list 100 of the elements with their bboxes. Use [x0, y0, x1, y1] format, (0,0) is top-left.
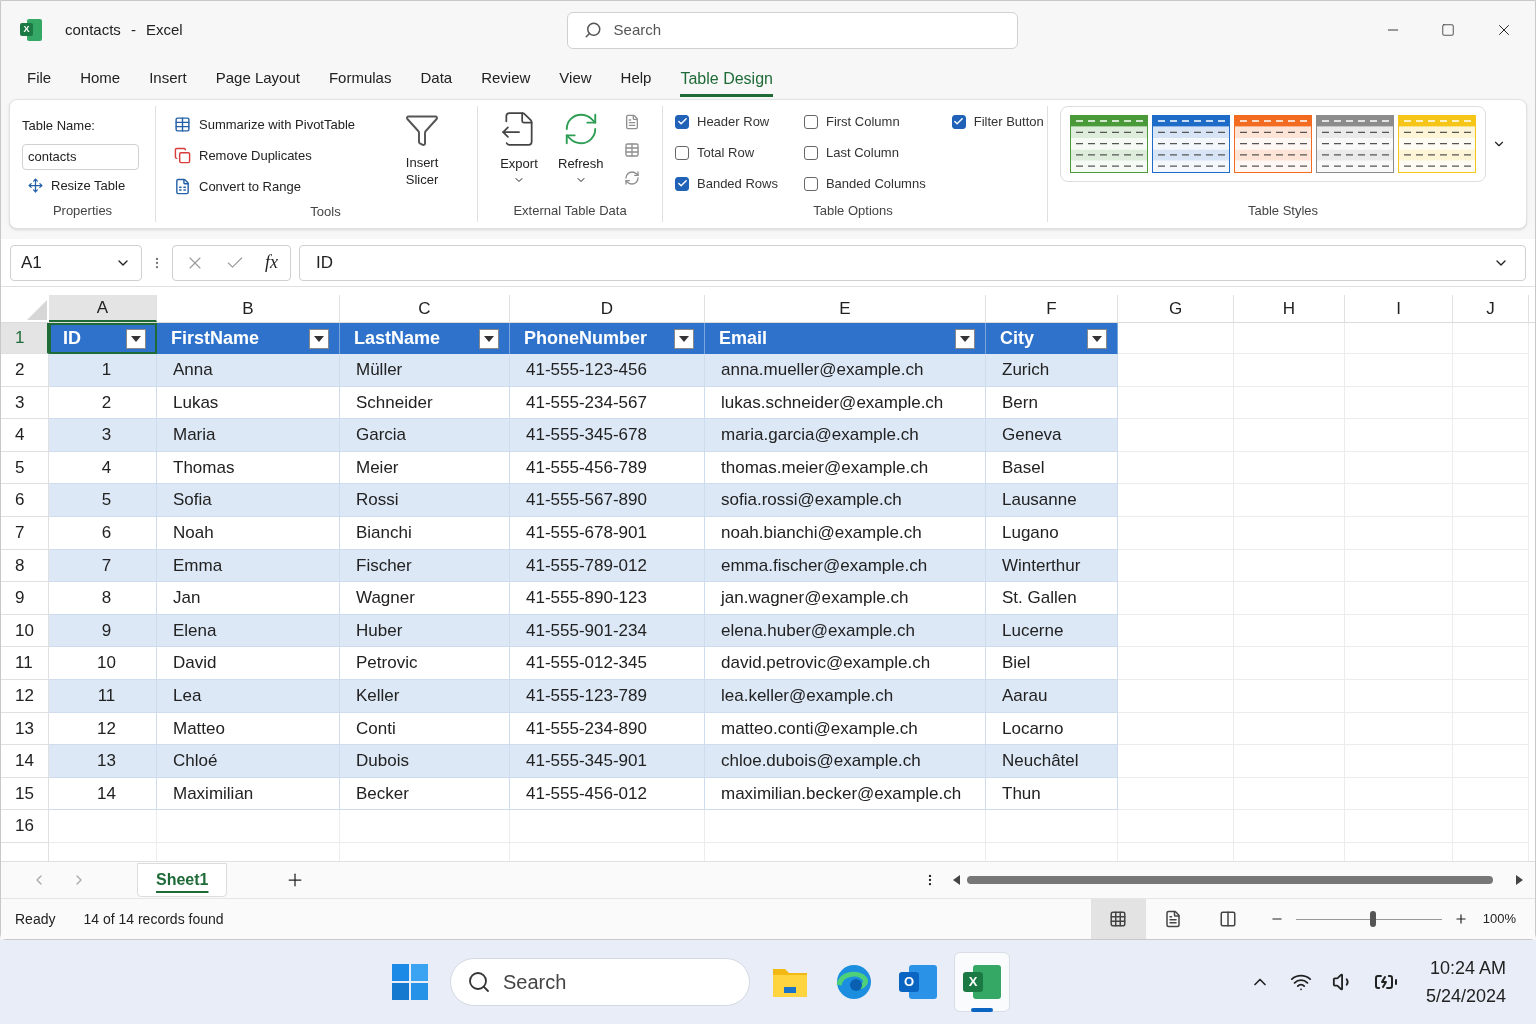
column-header[interactable]: G	[1118, 295, 1234, 322]
empty-cell[interactable]	[1345, 323, 1453, 354]
table-cell: matteo.conti@example.ch	[705, 712, 986, 746]
empty-cell[interactable]	[49, 810, 157, 843]
menu-tab[interactable]: Insert	[149, 63, 187, 97]
menu-tab[interactable]: Formulas	[328, 63, 392, 97]
checkbox[interactable]	[803, 145, 818, 160]
empty-cell[interactable]	[157, 810, 340, 843]
tool-button[interactable]: Convert to Range	[174, 171, 356, 202]
table-style-swatch[interactable]	[1234, 115, 1312, 173]
tool-button[interactable]: Summarize with PivotTable	[174, 109, 356, 140]
menu-tab[interactable]: File	[27, 63, 52, 97]
checkbox[interactable]	[675, 176, 689, 191]
resize-table-button[interactable]: Resize Table	[28, 175, 155, 195]
taskbar-search-bar[interactable]: Search	[450, 958, 750, 1006]
column-header[interactable]: H	[1234, 295, 1345, 322]
name-box-value: A1	[21, 251, 42, 274]
column-header[interactable]: A	[49, 295, 157, 322]
search-bar[interactable]: Search	[566, 11, 1018, 49]
checkbox[interactable]	[803, 176, 818, 191]
menu-tab[interactable]: Review	[481, 63, 531, 97]
column-header[interactable]: F	[986, 295, 1118, 322]
checkbox-label: Banded Rows	[697, 174, 778, 193]
filter-dropdown-icon[interactable]	[955, 328, 975, 349]
filter-dropdown-icon[interactable]	[126, 328, 146, 349]
zoom-in-icon[interactable]	[1453, 912, 1468, 926]
table-name-field[interactable]: contacts	[22, 143, 139, 170]
menu-tab[interactable]: Home	[80, 63, 121, 97]
table-style-swatch[interactable]	[1152, 115, 1230, 173]
table-cell: lea.keller@example.ch	[705, 679, 986, 713]
table-header-cell[interactable]: ID	[49, 323, 157, 354]
column-header[interactable]: E	[705, 295, 986, 322]
table-cell: Meier	[340, 451, 510, 485]
table-style-swatch[interactable]	[1398, 115, 1476, 173]
column-header[interactable]: D	[510, 295, 705, 322]
filter-dropdown-icon[interactable]	[309, 328, 329, 349]
checkbox[interactable]	[675, 114, 689, 129]
tool-button[interactable]: Remove Duplicates	[174, 140, 356, 171]
title-separator: -	[130, 19, 136, 40]
table-cell: 41-555-012-345	[510, 647, 705, 680]
insert-slicer-button[interactable]: Insert Slicer	[397, 112, 448, 202]
zoom-slider[interactable]	[1295, 911, 1442, 927]
checkbox[interactable]	[675, 145, 689, 160]
table-cell: St. Gallen	[986, 582, 1118, 615]
function-button[interactable]: fx	[265, 249, 278, 276]
search-field[interactable]: Search	[613, 18, 1001, 42]
page-break-icon	[1219, 910, 1238, 928]
checkbox[interactable]	[803, 114, 818, 129]
name-box[interactable]: A1	[10, 244, 142, 281]
table-style-swatch[interactable]	[1070, 115, 1148, 173]
taskbar-app[interactable]: X	[954, 952, 1010, 1012]
horizontal-scrollbar[interactable]	[953, 873, 1523, 887]
browser-icon[interactable]	[835, 963, 873, 1001]
table-cell: Müller	[340, 354, 510, 387]
filter-dropdown-icon[interactable]	[479, 328, 499, 349]
refresh-button[interactable]: Refresh	[558, 110, 604, 186]
row-header[interactable]: 1	[1, 323, 49, 354]
zoom-thumb[interactable]	[1370, 911, 1377, 927]
empty-cell[interactable]	[510, 810, 705, 843]
start-icon[interactable]	[392, 964, 428, 1000]
checkbox[interactable]	[951, 114, 966, 129]
empty-cell[interactable]	[1453, 323, 1529, 354]
filter-dropdown-icon[interactable]	[674, 328, 694, 349]
document-icon[interactable]	[623, 114, 640, 130]
table-cell: Zurich	[986, 354, 1118, 387]
column-header[interactable]: B	[157, 295, 340, 322]
empty-cell[interactable]	[705, 810, 986, 843]
table-style-swatch[interactable]	[1316, 115, 1394, 173]
table-icon[interactable]	[623, 142, 640, 158]
taskbar-search-field[interactable]: Search	[503, 967, 703, 997]
header-label: LastName	[354, 327, 441, 350]
view-button[interactable]	[1090, 899, 1146, 939]
menu-tab[interactable]: Data	[420, 63, 453, 97]
table-header-cell[interactable]: Email	[705, 323, 986, 354]
empty-cell[interactable]	[1118, 810, 1234, 843]
taskbar-app[interactable]: O	[890, 952, 946, 1012]
row-header[interactable]: 16	[1, 810, 49, 843]
clock-date[interactable]: 5/24/2024	[1425, 982, 1506, 1010]
export-button[interactable]: Export	[500, 110, 538, 186]
clock-time[interactable]: 10:24 AM	[1429, 954, 1506, 982]
table-header-cell[interactable]: PhoneNumber	[510, 323, 705, 354]
table-header-cell[interactable]: FirstName	[157, 323, 340, 354]
menu-tab[interactable]: Help	[620, 63, 652, 97]
empty-cell[interactable]	[340, 810, 510, 843]
column-header[interactable]: I	[1345, 295, 1453, 322]
filter-dropdown-icon[interactable]	[1087, 328, 1107, 349]
empty-cell[interactable]	[1234, 323, 1345, 354]
column-header[interactable]: C	[340, 295, 510, 322]
menu-tab[interactable]: Page Layout	[215, 63, 300, 97]
empty-cell[interactable]	[986, 810, 1118, 843]
formula-field[interactable]: ID	[299, 244, 1526, 281]
sheet-tab[interactable]: Sheet1	[137, 863, 228, 897]
table-header-cell[interactable]: City	[986, 323, 1118, 354]
table-cell: Lugano	[986, 516, 1118, 550]
maximize-icon[interactable]	[1441, 23, 1455, 37]
table-header-cell[interactable]: LastName	[340, 323, 510, 354]
column-header[interactable]: J	[1453, 295, 1529, 322]
table-cell: Dubois	[340, 745, 510, 778]
select-all-icon[interactable]	[27, 300, 47, 320]
menu-tab[interactable]: View	[559, 63, 592, 97]
